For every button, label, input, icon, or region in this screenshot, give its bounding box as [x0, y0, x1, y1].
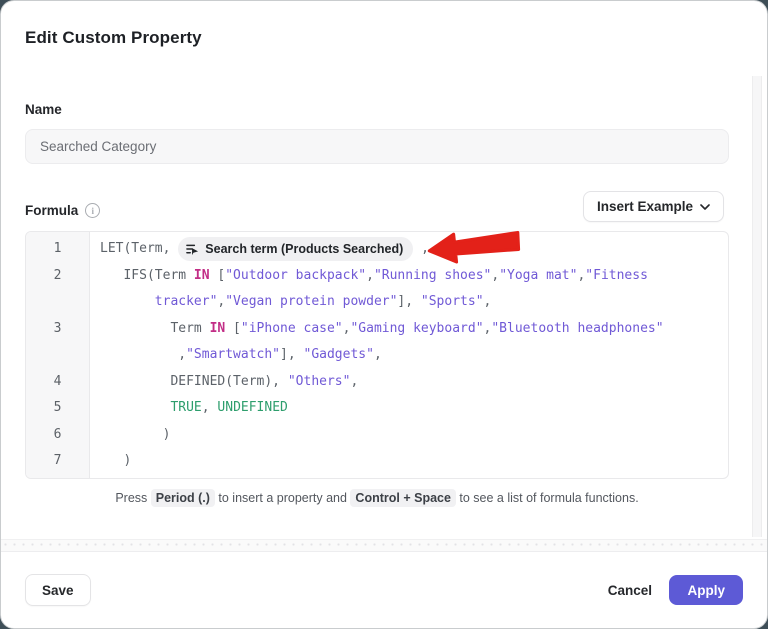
edit-custom-property-modal: Edit Custom Property Name Formula i Inse… [0, 0, 768, 629]
code-token: UNDEFINED [217, 395, 287, 422]
formula-editor[interactable]: 12 3 4567 LET(Term, Search term (Products … [25, 231, 729, 479]
line-number-gutter: 12 3 4567 [26, 232, 90, 478]
formula-code-area[interactable]: LET(Term, Search term (Products Searched… [90, 232, 728, 478]
code-line: ) [100, 422, 728, 449]
code-line: DEFINED(Term), "Others", [100, 369, 728, 396]
save-button[interactable]: Save [25, 574, 91, 606]
code-token: , [343, 316, 351, 343]
code-line: ,"Smartwatch"], "Gadgets", [100, 342, 728, 369]
line-number-empty [26, 289, 89, 316]
hint-suffix: to see a list of formula functions. [456, 491, 639, 505]
code-token: ) [100, 422, 170, 449]
code-token: , [577, 263, 585, 290]
code-token: , [484, 316, 492, 343]
line-number: 1 [26, 236, 89, 263]
property-chip-label: Search term (Products Searched) [205, 236, 403, 263]
info-icon[interactable]: i [85, 203, 100, 218]
code-token: , [100, 342, 186, 369]
kbd-period: Period (.) [151, 489, 215, 507]
formula-hint: Press Period (.) to insert a property an… [25, 491, 729, 505]
code-token: "Fitness [585, 263, 648, 290]
code-token: Term [100, 316, 210, 343]
code-token: , [374, 342, 382, 369]
code-line: Term IN ["iPhone case","Gaming keyboard"… [100, 316, 728, 343]
code-token: IN [194, 263, 210, 290]
kbd-control-space: Control + Space [350, 489, 456, 507]
line-number: 5 [26, 395, 89, 422]
code-token: "iPhone case" [241, 316, 343, 343]
line-number: 3 [26, 316, 89, 343]
code-line: LET(Term, Search term (Products Searched… [100, 236, 728, 263]
code-token: , [484, 289, 492, 316]
code-token: IN [210, 316, 226, 343]
cancel-button[interactable]: Cancel [598, 575, 662, 605]
code-line: tracker","Vegan protein powder"], "Sport… [100, 289, 728, 316]
code-token: "Gaming keyboard" [350, 316, 483, 343]
code-token [100, 395, 170, 422]
code-token: "Gadgets" [304, 342, 374, 369]
insert-example-label: Insert Example [597, 199, 693, 214]
code-line: TRUE, UNDEFINED [100, 395, 728, 422]
line-number: 7 [26, 448, 89, 475]
code-token: , [217, 289, 225, 316]
code-token: , [491, 263, 499, 290]
code-token: "Yoga mat" [499, 263, 577, 290]
hint-prefix: Press [115, 491, 150, 505]
code-token: ) [100, 448, 131, 475]
line-number: 4 [26, 369, 89, 396]
code-token: "Smartwatch" [186, 342, 280, 369]
code-token: LET(Term, [100, 236, 178, 263]
apply-button[interactable]: Apply [669, 575, 743, 605]
code-line: ) [100, 448, 728, 475]
code-token: "Bluetooth headphones" [491, 316, 663, 343]
footer-divider-band [1, 539, 768, 552]
line-number: 6 [26, 422, 89, 449]
hint-middle: to insert a property and [215, 491, 351, 505]
code-token: , [413, 236, 429, 263]
name-input[interactable] [25, 129, 729, 164]
chevron-down-icon [700, 204, 710, 210]
property-chip[interactable]: Search term (Products Searched) [178, 237, 413, 261]
line-number: 2 [26, 263, 89, 290]
list-cursor-icon [186, 243, 199, 256]
code-token: "Sports" [421, 289, 484, 316]
code-token: , [202, 395, 218, 422]
code-line: IFS(Term IN ["Outdoor backpack","Running… [100, 263, 728, 290]
scrollbar-track[interactable] [752, 76, 762, 537]
insert-example-button[interactable]: Insert Example [583, 191, 724, 222]
code-token: tracker" [100, 289, 217, 316]
formula-label-row: Formula i [25, 203, 100, 218]
code-token: DEFINED(Term), [100, 369, 288, 396]
formula-label: Formula [25, 203, 78, 218]
line-number-empty [26, 342, 89, 369]
code-token: "Others" [288, 369, 351, 396]
code-token: IFS(Term [100, 263, 194, 290]
modal-title: Edit Custom Property [25, 28, 202, 48]
code-token: ], [280, 342, 303, 369]
code-token: TRUE [170, 395, 201, 422]
code-token: "Running shoes" [374, 263, 491, 290]
code-token: [ [210, 263, 226, 290]
code-token: "Vegan protein powder" [225, 289, 397, 316]
code-token: ], [397, 289, 420, 316]
code-token: "Outdoor backpack" [225, 263, 366, 290]
name-label: Name [25, 102, 62, 117]
code-token: , [366, 263, 374, 290]
code-token: , [350, 369, 358, 396]
code-token: [ [225, 316, 241, 343]
